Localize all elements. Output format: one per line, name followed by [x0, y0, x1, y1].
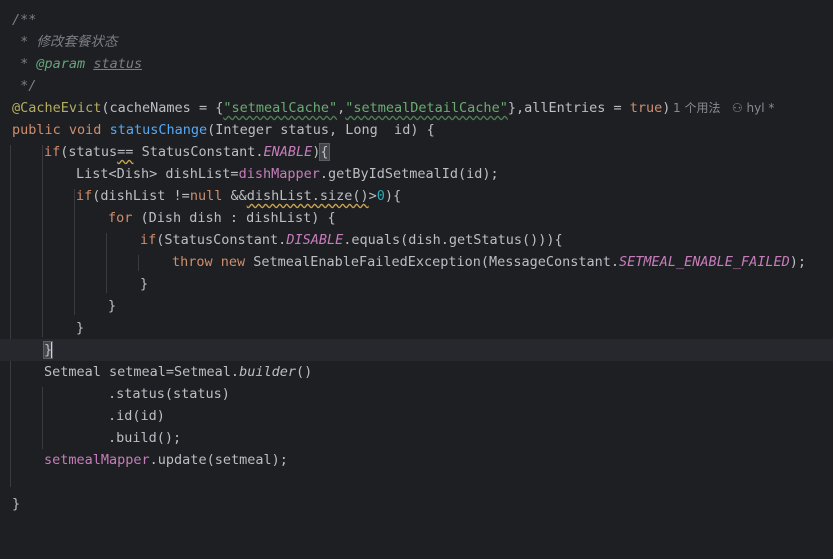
- code-line[interactable]: }: [0, 317, 833, 339]
- number-literal: 0: [376, 188, 385, 204]
- code-line[interactable]: /**: [0, 9, 833, 31]
- keyword: true: [629, 100, 663, 116]
- constant: ENABLE: [263, 144, 313, 160]
- code-line[interactable]: if(StatusConstant.DISABLE.equals(dish.ge…: [0, 229, 833, 251]
- code-text: SetmealEnableFailedException(MessageCons…: [245, 254, 620, 270]
- doc-comment-description: 修改套餐状态: [36, 34, 118, 50]
- code-text: (): [295, 364, 313, 380]
- code-line[interactable]: if(status== StatusConstant.ENABLE){: [0, 141, 833, 163]
- code-line[interactable]: List<Dish> dishList=dishMapper.getByIdSe…: [0, 163, 833, 185]
- code-text: Setmeal setmeal=Setmeal.: [44, 364, 240, 380]
- code-text: >: [368, 188, 377, 204]
- constant: DISABLE: [286, 232, 344, 248]
- code-line[interactable]: .id(id): [0, 405, 833, 427]
- keyword: null: [189, 188, 223, 204]
- inlay-hints[interactable]: 1 个用法 ⚇ hyl *: [673, 97, 774, 119]
- code-line[interactable]: @CacheEvict(cacheNames = {"setmealCache"…: [0, 97, 833, 119]
- code-text: ==: [117, 144, 134, 160]
- code-line[interactable]: * 修改套餐状态: [0, 31, 833, 53]
- keyword: throw: [172, 254, 213, 270]
- code-text: &&: [222, 188, 247, 204]
- code-text: (Dish dish : dishList) {: [132, 210, 336, 226]
- code-line[interactable]: throw new SetmealEnableFailedException(M…: [0, 251, 833, 273]
- code-text: .equals(dish.getStatus())){: [343, 232, 563, 248]
- doc-comment-star: *: [12, 56, 37, 72]
- string-literal: "setmealDetailCache": [345, 100, 508, 116]
- string-literal: "setmealCache": [223, 100, 338, 116]
- keyword: for: [108, 210, 133, 226]
- code-text: StatusConstant.: [133, 144, 264, 160]
- code-text: List<Dish> dishList=: [76, 166, 239, 182]
- matched-brace: {: [319, 143, 330, 161]
- annotation-args: },allEntries =: [507, 100, 630, 116]
- code-line[interactable]: setmealMapper.update(setmeal);: [0, 449, 833, 471]
- author-icon: ⚇: [731, 101, 743, 115]
- closing-brace: }: [76, 320, 85, 336]
- code-text: (status: [60, 144, 118, 160]
- doc-param-tag: @param: [36, 56, 86, 72]
- code-line[interactable]: public void statusChange(Integer status,…: [0, 119, 833, 141]
- code-line[interactable]: [0, 471, 833, 493]
- doc-comment-star: *: [12, 34, 37, 50]
- code-text: .build();: [108, 430, 182, 446]
- keyword: void: [68, 122, 102, 138]
- code-line[interactable]: * @param status: [0, 53, 833, 75]
- keyword: if: [140, 232, 157, 248]
- annotation-args: (cacheNames = {: [101, 100, 224, 116]
- code-line[interactable]: .build();: [0, 427, 833, 449]
- static-method: builder: [239, 364, 296, 380]
- code-text: .getByIdSetmealId(id);: [319, 166, 499, 182]
- keyword: if: [76, 188, 93, 204]
- method-name: statusChange: [109, 122, 208, 138]
- code-line[interactable]: }: [0, 273, 833, 295]
- closing-brace: }: [12, 496, 21, 512]
- field-ref: setmealMapper: [44, 452, 150, 468]
- code-text: );: [789, 254, 806, 270]
- usages-hint[interactable]: 1 个用法: [673, 101, 720, 115]
- code-text: .update(setmeal);: [149, 452, 288, 468]
- code-line[interactable]: .status(status): [0, 383, 833, 405]
- keyword: new: [220, 254, 246, 270]
- constant: SETMEAL_ENABLE_FAILED: [619, 254, 790, 270]
- current-line[interactable]: }: [0, 339, 833, 361]
- keyword: if: [44, 144, 61, 160]
- method-params: (Integer status, Long id) {: [207, 122, 435, 138]
- punct: ): [662, 100, 671, 116]
- doc-comment-close: */: [12, 78, 37, 94]
- warning-expr: dishList.size(): [246, 188, 369, 204]
- code-line[interactable]: for (Dish dish : dishList) {: [0, 207, 833, 229]
- code-line[interactable]: Setmeal setmeal=Setmeal.builder(): [0, 361, 833, 383]
- closing-brace: }: [140, 276, 149, 292]
- code-text: .id(id): [108, 408, 165, 424]
- annotation-name: @CacheEvict: [12, 100, 102, 116]
- doc-comment-open: /**: [12, 12, 37, 28]
- code-text: .status(status): [108, 386, 230, 402]
- code-text: (StatusConstant.: [156, 232, 287, 248]
- code-line[interactable]: if(dishList !=null &&dishList.size()>0){: [0, 185, 833, 207]
- code-line[interactable]: */: [0, 75, 833, 97]
- code-text: (dishList !=: [92, 188, 190, 204]
- field-ref: dishMapper: [238, 166, 320, 182]
- code-text: ){: [384, 188, 402, 204]
- closing-brace: }: [108, 298, 117, 314]
- text-caret: [51, 342, 54, 358]
- keyword: public: [12, 122, 61, 138]
- code-line[interactable]: }: [0, 493, 833, 515]
- code-line[interactable]: }: [0, 295, 833, 317]
- doc-param-name: status: [93, 56, 143, 72]
- author-hint[interactable]: hyl *: [747, 101, 775, 115]
